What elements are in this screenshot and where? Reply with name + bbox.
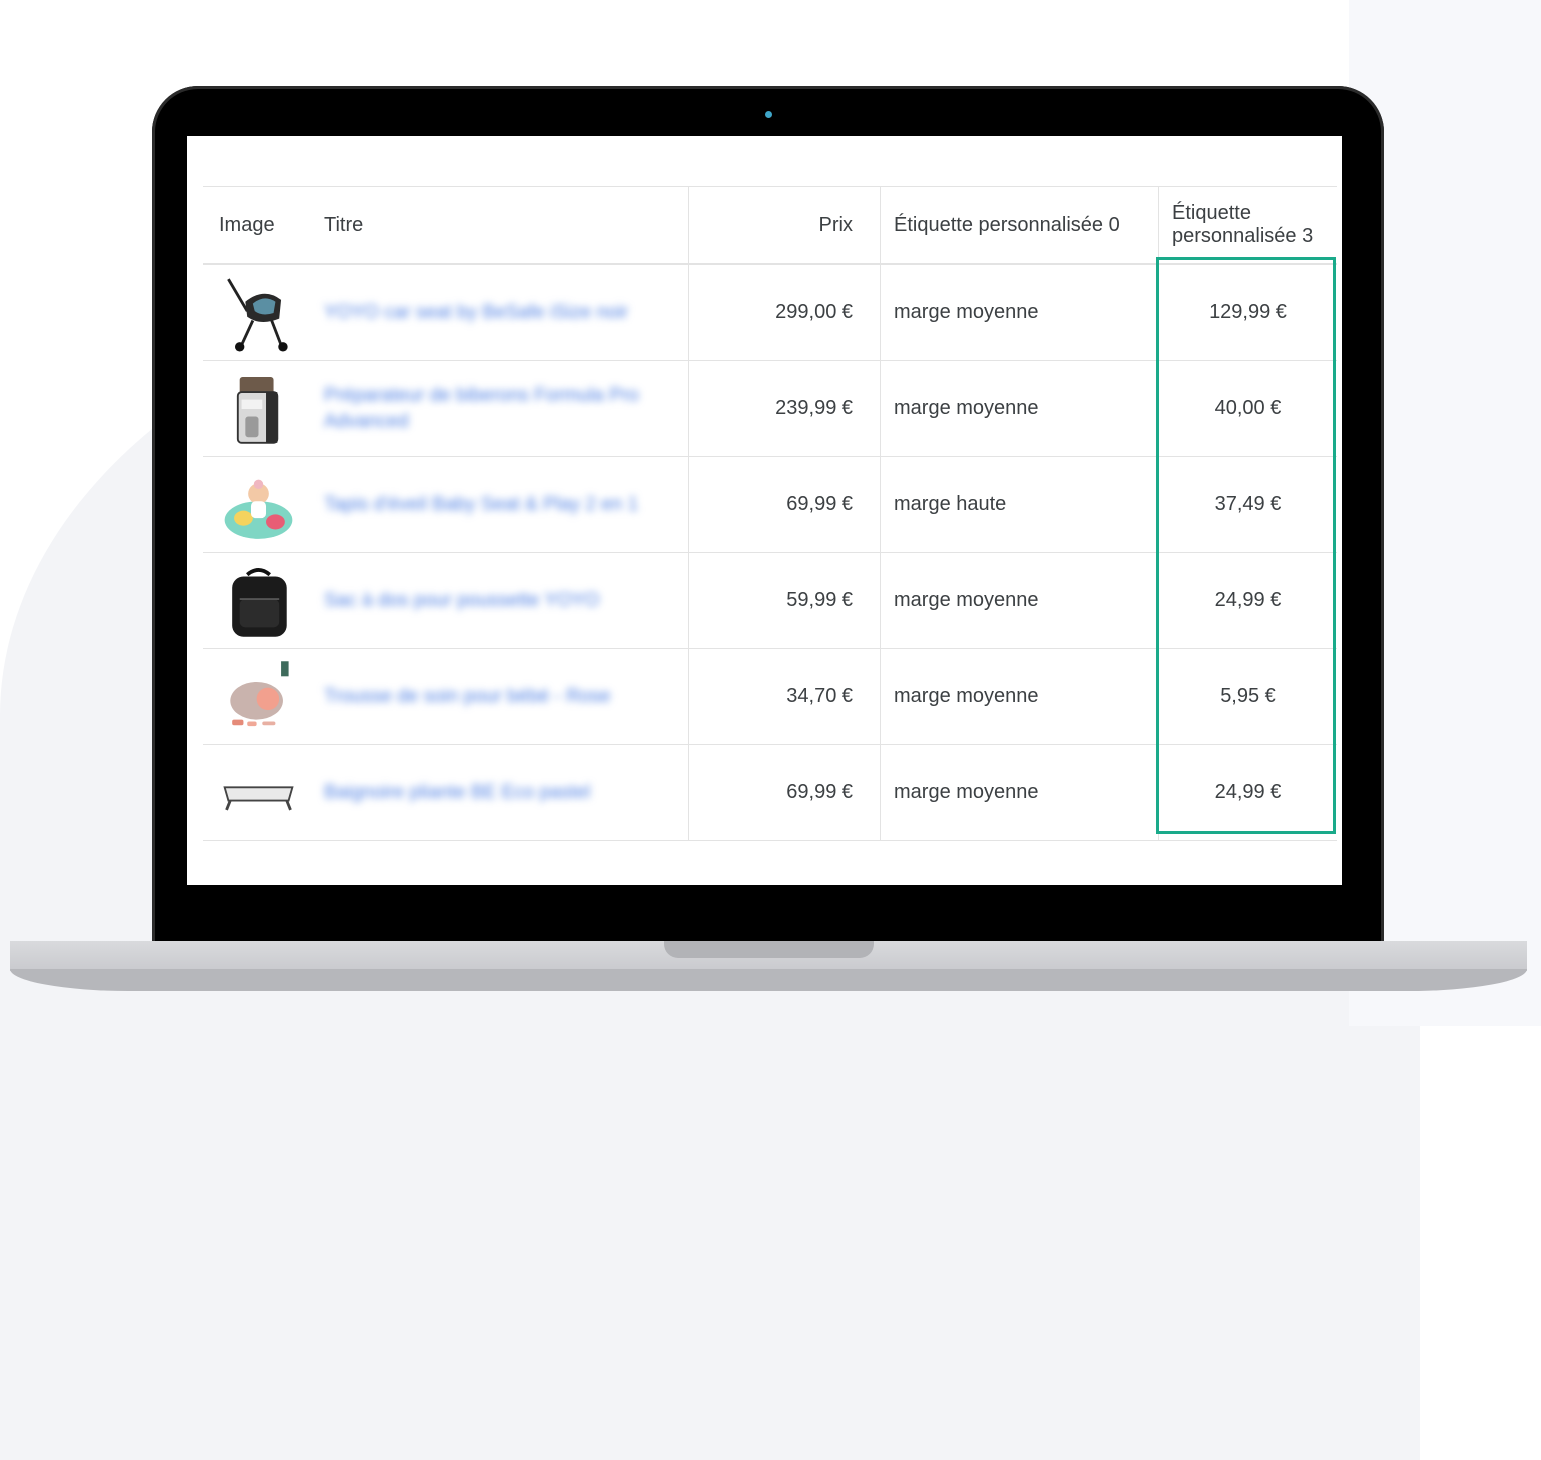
product-title-link[interactable]: Préparateur de biberons Formula Pro Adva…	[311, 361, 689, 456]
custom-label-0-cell: marge moyenne	[881, 649, 1159, 744]
product-title-link[interactable]: Sac à dos pour poussette YOYO	[311, 553, 689, 648]
price-cell: 299,00 €	[689, 265, 881, 360]
price-cell: 239,99 €	[689, 361, 881, 456]
custom-label-3-cell: 37,49 €	[1214, 493, 1282, 515]
product-title[interactable]: Trousse de soin pour bébé - Rose	[324, 684, 611, 710]
custom-label-0-cell: marge moyenne	[881, 361, 1159, 456]
price-cell: 34,70 €	[689, 649, 881, 744]
custom-label-3-cell: 24,99 €	[1214, 781, 1282, 803]
backpack-thumbnail	[232, 567, 287, 637]
product-image[interactable]	[203, 265, 311, 360]
custom-label-0-cell: marge moyenne	[881, 553, 1159, 648]
baby-seat-thumbnail	[224, 479, 293, 539]
laptop-screen: Image Titre Prix Étiquette personnalisée…	[187, 136, 1342, 885]
header-image[interactable]: Image	[203, 187, 311, 263]
product-table: Image Titre Prix Étiquette personnalisée…	[203, 186, 1337, 841]
custom-label-3-cell: 40,00 €	[1214, 397, 1282, 419]
care-kit-thumbnail	[230, 660, 289, 726]
bathtub-thumbnail	[223, 785, 294, 810]
table-row: Tapis d'éveil Baby Seat & Play 2 en 1 69…	[203, 457, 1337, 553]
table-row: Trousse de soin pour bébé - Rose 34,70 €…	[203, 649, 1337, 745]
header-custom-label-3[interactable]: Étiquette personnalisée 3	[1159, 187, 1337, 263]
camera-icon	[765, 111, 772, 118]
custom-label-3-cell: 5,95 €	[1220, 685, 1276, 707]
product-title[interactable]: Tapis d'éveil Baby Seat & Play 2 en 1	[324, 492, 638, 518]
stroller-car-seat-thumbnail	[227, 277, 288, 352]
price-cell: 59,99 €	[689, 553, 881, 648]
price-cell: 69,99 €	[689, 457, 881, 552]
product-title-link[interactable]: YOYO car seat by BeSafe iSize noir	[311, 265, 689, 360]
laptop-notch	[664, 941, 874, 958]
custom-label-3-cell: 129,99 €	[1209, 301, 1287, 323]
product-title[interactable]: YOYO car seat by BeSafe iSize noir	[324, 300, 628, 326]
table-header-row: Image Titre Prix Étiquette personnalisée…	[203, 187, 1337, 265]
product-title-link[interactable]: Tapis d'éveil Baby Seat & Play 2 en 1	[311, 457, 689, 552]
table-row: Sac à dos pour poussette YOYO 59,99 € ma…	[203, 553, 1337, 649]
formula-maker-thumbnail	[236, 376, 279, 444]
table-row: YOYO car seat by BeSafe iSize noir 299,0…	[203, 265, 1337, 361]
product-title-link[interactable]: Trousse de soin pour bébé - Rose	[311, 649, 689, 744]
custom-label-0-cell: marge haute	[881, 457, 1159, 552]
custom-label-0-cell: marge moyenne	[881, 265, 1159, 360]
product-title-link[interactable]: Baignoire pliante BE Eco pastel	[311, 745, 689, 840]
product-image[interactable]	[203, 649, 311, 744]
product-title[interactable]: Sac à dos pour poussette YOYO	[324, 588, 599, 614]
header-custom-label-0[interactable]: Étiquette personnalisée 0	[881, 187, 1159, 263]
custom-label-3-cell: 24,99 €	[1214, 589, 1282, 611]
price-cell: 69,99 €	[689, 745, 881, 840]
product-title[interactable]: Baignoire pliante BE Eco pastel	[324, 780, 590, 806]
laptop-base-edge	[10, 969, 1527, 991]
header-price[interactable]: Prix	[689, 187, 881, 263]
product-image[interactable]	[203, 553, 311, 648]
product-title[interactable]: Préparateur de biberons Formula Pro Adva…	[324, 383, 675, 435]
product-image[interactable]	[203, 745, 311, 840]
header-title[interactable]: Titre	[311, 187, 689, 263]
table-row: Préparateur de biberons Formula Pro Adva…	[203, 361, 1337, 457]
product-image[interactable]	[203, 457, 311, 552]
table-row: Baignoire pliante BE Eco pastel 69,99 € …	[203, 745, 1337, 841]
custom-label-0-cell: marge moyenne	[881, 745, 1159, 840]
product-image[interactable]	[203, 361, 311, 456]
